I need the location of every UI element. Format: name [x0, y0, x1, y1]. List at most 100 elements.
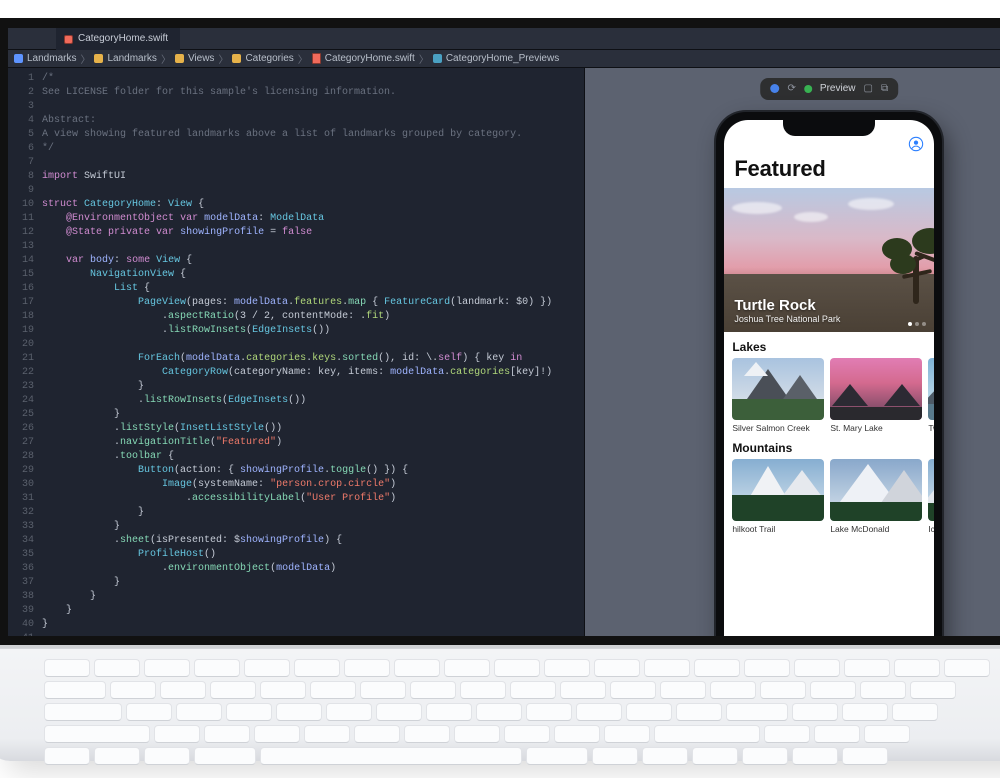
page-dot[interactable] — [922, 322, 926, 326]
landmark-thumbnail — [732, 459, 824, 521]
code-line[interactable]: 9 — [8, 184, 584, 198]
code-line[interactable]: 23 } — [8, 380, 584, 394]
line-source: ForEach(modelData.categories.keys.sorted… — [42, 352, 522, 366]
code-line[interactable]: 21 ForEach(modelData.categories.keys.sor… — [8, 352, 584, 366]
code-line[interactable]: 27 .navigationTitle("Featured") — [8, 436, 584, 450]
code-line[interactable]: 28 .toolbar { — [8, 450, 584, 464]
code-line[interactable]: 19 .listRowInsets(EdgeInsets()) — [8, 324, 584, 338]
landmark-card[interactable]: Silver Salmon Creek — [732, 358, 824, 433]
refresh-icon[interactable]: ⟳ — [788, 83, 796, 94]
code-line[interactable]: 39 } — [8, 604, 584, 618]
code-line[interactable]: 34 .sheet(isPresented: $showingProfile) … — [8, 534, 584, 548]
code-line[interactable]: 4Abstract: — [8, 114, 584, 128]
code-line[interactable]: 20 — [8, 338, 584, 352]
code-line[interactable]: 13 — [8, 240, 584, 254]
chevron-right-icon: 〉 — [216, 51, 230, 66]
code-line[interactable]: 35 ProfileHost() — [8, 548, 584, 562]
landmark-card[interactable]: Twin L — [928, 358, 934, 433]
landmark-thumbnail — [928, 459, 934, 521]
symbol-icon — [433, 54, 442, 63]
category-row[interactable]: Silver Salmon CreekSt. Mary Lake Twin L — [724, 358, 934, 433]
breadcrumb-item[interactable]: Landmarks — [14, 53, 76, 64]
line-number: 34 — [8, 534, 42, 548]
code-line[interactable]: 38 } — [8, 590, 584, 604]
line-number: 28 — [8, 450, 42, 464]
breadcrumb-item[interactable]: CategoryHome.swift — [312, 53, 415, 64]
code-line[interactable]: 8import SwiftUI — [8, 170, 584, 184]
code-line[interactable]: 36 .environmentObject(modelData) — [8, 562, 584, 576]
code-line[interactable]: 18 .aspectRatio(3 / 2, contentMode: .fit… — [8, 310, 584, 324]
code-line[interactable]: 1/* — [8, 72, 584, 86]
code-line[interactable]: 32 } — [8, 506, 584, 520]
code-line[interactable]: 33 } — [8, 520, 584, 534]
line-number: 40 — [8, 618, 42, 632]
line-number: 13 — [8, 240, 42, 254]
preview-canvas[interactable]: ⟳ Preview ▢ ⧉ — [584, 68, 1000, 636]
line-number: 26 — [8, 422, 42, 436]
file-tab[interactable]: CategoryHome.swift — [56, 28, 180, 50]
category-title: Mountains — [732, 441, 926, 455]
breadcrumb-item[interactable]: CategoryHome_Previews — [433, 53, 559, 64]
swift-file-icon — [312, 53, 321, 64]
dup-icon[interactable]: ⧉ — [881, 83, 888, 94]
code-line[interactable]: 3 — [8, 100, 584, 114]
landmark-card[interactable]: Ic — [928, 459, 934, 534]
code-line[interactable]: 37 } — [8, 576, 584, 590]
code-line[interactable]: 26 .listStyle(InsetListStyle()) — [8, 422, 584, 436]
landmark-card[interactable]: St. Mary Lake — [830, 358, 922, 433]
code-line[interactable]: 11 @EnvironmentObject var modelData: Mod… — [8, 212, 584, 226]
breadcrumb-item[interactable]: Landmarks — [94, 53, 156, 64]
line-source: Button(action: { showingProfile.toggle()… — [42, 464, 408, 478]
main-split: 1/*2See LICENSE folder for this sample's… — [8, 68, 1000, 636]
line-number: 20 — [8, 338, 42, 352]
folder-icon — [175, 54, 184, 63]
landmark-label: Ic — [928, 524, 934, 534]
code-line[interactable]: 40} — [8, 618, 584, 632]
code-line[interactable]: 10struct CategoryHome: View { — [8, 198, 584, 212]
code-line[interactable]: 16 List { — [8, 282, 584, 296]
phone-screen[interactable]: Featured — [724, 120, 934, 636]
category-row[interactable]: hilkoot TrailLake McDonald Ic — [724, 459, 934, 534]
code-line[interactable]: 14 var body: some View { — [8, 254, 584, 268]
file-tab-label: CategoryHome.swift — [78, 28, 168, 50]
play-icon[interactable] — [771, 84, 780, 93]
code-line[interactable]: 31 .accessibilityLabel("User Profile") — [8, 492, 584, 506]
code-line[interactable]: 6*/ — [8, 142, 584, 156]
code-line[interactable]: 22 CategoryRow(categoryName: key, items:… — [8, 366, 584, 380]
line-number: 22 — [8, 366, 42, 380]
page-dot[interactable] — [908, 322, 912, 326]
line-source: .listStyle(InsetListStyle()) — [42, 422, 282, 436]
line-source: ProfileHost() — [42, 548, 216, 562]
line-source: } — [42, 604, 72, 618]
monitor-icon[interactable]: ▢ — [864, 83, 873, 94]
breadcrumb-item[interactable]: Views — [175, 53, 215, 64]
code-line[interactable]: 30 Image(systemName: "person.crop.circle… — [8, 478, 584, 492]
breadcrumb[interactable]: Landmarks〉Landmarks〉Views〉Categories〉Cat… — [8, 50, 1000, 68]
code-editor[interactable]: 1/*2See LICENSE folder for this sample's… — [8, 68, 584, 636]
code-line[interactable]: 17 PageView(pages: modelData.features.ma… — [8, 296, 584, 310]
page-dot[interactable] — [915, 322, 919, 326]
code-line[interactable]: 25 } — [8, 408, 584, 422]
line-number: 33 — [8, 520, 42, 534]
breadcrumb-item[interactable]: Categories — [232, 53, 293, 64]
code-line[interactable]: 7 — [8, 156, 584, 170]
hero-card[interactable]: Turtle Rock Joshua Tree National Park — [724, 188, 934, 332]
landmark-card[interactable]: Lake McDonald — [830, 459, 922, 534]
xcode-window: CategoryHome.swift ▢ ▭ ▢ Landmarks〉Landm… — [8, 28, 1000, 636]
code-line[interactable]: 2See LICENSE folder for this sample's li… — [8, 86, 584, 100]
line-number: 1 — [8, 72, 42, 86]
line-number: 24 — [8, 394, 42, 408]
code-line[interactable]: 5A view showing featured landmarks above… — [8, 128, 584, 142]
code-line[interactable]: 29 Button(action: { showingProfile.toggl… — [8, 464, 584, 478]
page-dots[interactable] — [908, 322, 926, 326]
line-number: 27 — [8, 436, 42, 450]
preview-toolbar[interactable]: ⟳ Preview ▢ ⧉ — [761, 78, 899, 100]
code-line[interactable]: 24 .listRowInsets(EdgeInsets()) — [8, 394, 584, 408]
app-body: Featured — [724, 120, 934, 636]
profile-button[interactable] — [908, 136, 924, 155]
landmark-card[interactable]: hilkoot Trail — [732, 459, 824, 534]
code-line[interactable]: 15 NavigationView { — [8, 268, 584, 282]
code-line[interactable]: 41 — [8, 632, 584, 636]
code-line[interactable]: 12 @State private var showingProfile = f… — [8, 226, 584, 240]
hero-caption: Turtle Rock Joshua Tree National Park — [734, 297, 840, 324]
